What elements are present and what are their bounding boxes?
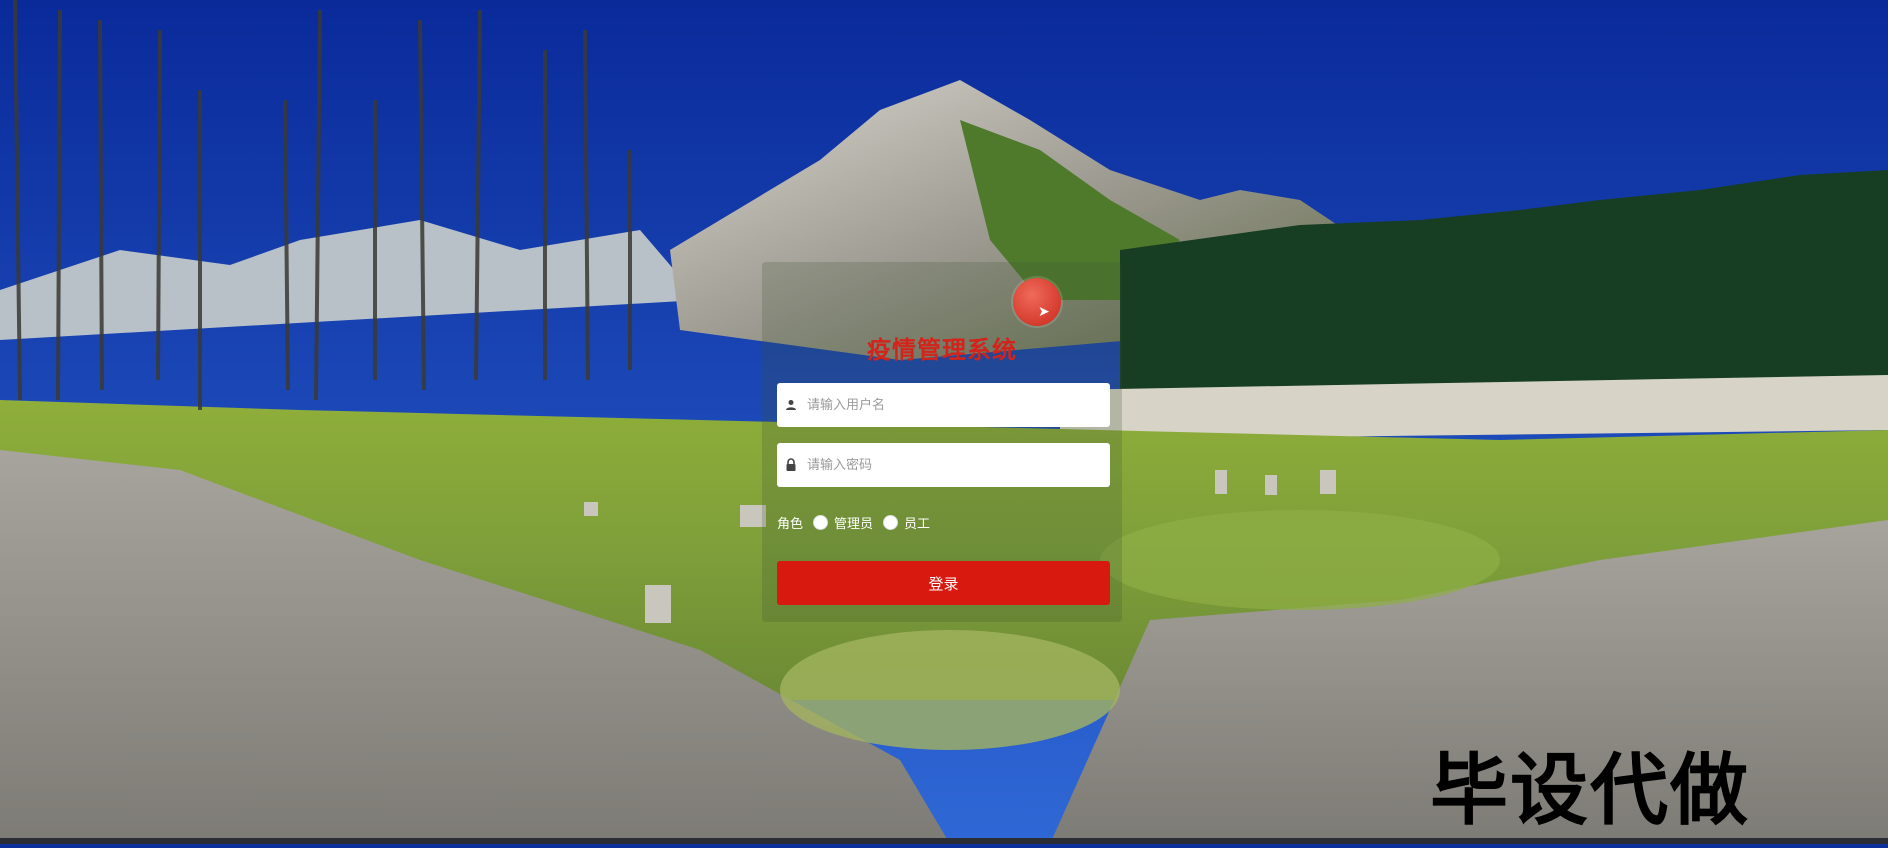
- avatar-icon: [1013, 278, 1061, 326]
- username-field[interactable]: [777, 383, 1110, 427]
- watermark-text: 毕设代做: [1430, 746, 1751, 836]
- username-input[interactable]: [805, 384, 1110, 426]
- login-button[interactable]: 登录: [777, 561, 1110, 605]
- lock-icon: [777, 458, 805, 472]
- user-icon: [777, 399, 805, 411]
- bottom-bar: [0, 838, 1888, 844]
- role-option-staff-label[interactable]: 员工: [904, 513, 930, 532]
- role-option-admin-label[interactable]: 管理员: [834, 513, 873, 532]
- role-selector: 角色 管理员 员工: [777, 512, 930, 532]
- role-radio-staff[interactable]: [883, 514, 899, 530]
- password-input[interactable]: [805, 444, 1110, 486]
- role-label: 角色: [777, 516, 804, 532]
- mouse-cursor-icon: ➤: [1038, 304, 1050, 320]
- password-field[interactable]: [777, 443, 1110, 487]
- role-radio-admin[interactable]: [813, 514, 829, 530]
- system-title: 疫情管理系统: [867, 336, 1017, 364]
